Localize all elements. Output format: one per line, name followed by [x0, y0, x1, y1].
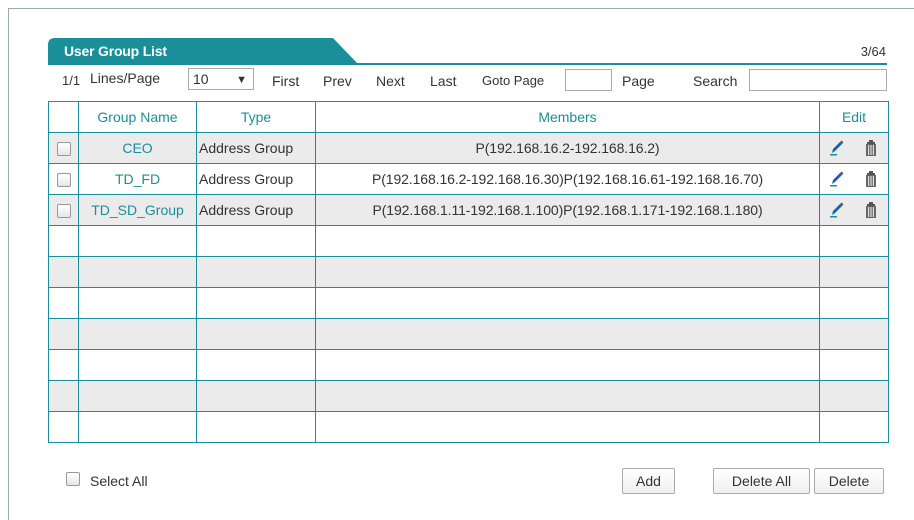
edit-icon[interactable]	[829, 170, 845, 188]
goto-page-input[interactable]	[565, 69, 612, 91]
lines-per-page-value: 10	[193, 71, 209, 87]
edit-icon[interactable]	[829, 139, 845, 157]
divider	[48, 63, 887, 65]
pagination-toolbar: 1/1 Lines/Page 10 ▼ First Prev Next Last…	[48, 68, 887, 98]
dropdown-arrow-icon: ▼	[236, 74, 247, 86]
trash-icon[interactable]	[863, 139, 879, 157]
group-name-cell: TD_FD	[78, 163, 197, 195]
group-count: 3/64	[860, 44, 886, 59]
select-all-checkbox[interactable]	[66, 472, 80, 487]
header-edit: Edit	[819, 101, 889, 133]
header-type[interactable]: Type	[196, 101, 316, 133]
lines-per-page-select[interactable]: 10 ▼	[188, 68, 254, 90]
last-page-link[interactable]: Last	[430, 73, 456, 89]
row-checkbox[interactable]	[56, 204, 71, 219]
members-cell: P(192.168.16.2-192.168.16.30)P(192.168.1…	[315, 163, 820, 195]
row-checkbox-cell	[48, 163, 79, 195]
empty-row	[48, 256, 889, 288]
type-cell: Address Group	[196, 194, 316, 226]
empty-row	[48, 318, 889, 350]
group-name-cell: TD_SD_Group	[78, 194, 197, 226]
empty-row	[48, 349, 889, 381]
prev-page-link[interactable]: Prev	[323, 73, 352, 89]
select-all-control[interactable]: Select All	[66, 472, 148, 489]
edit-cell	[819, 163, 889, 195]
next-page-link[interactable]: Next	[376, 73, 405, 89]
select-all-label: Select All	[90, 473, 148, 489]
header-checkbox-col	[48, 101, 79, 133]
row-checkbox[interactable]	[56, 173, 71, 188]
group-name-cell: CEO	[78, 132, 197, 164]
edit-icon[interactable]	[829, 201, 845, 219]
panel-title: User Group List	[64, 43, 167, 59]
row-checkbox[interactable]	[56, 142, 71, 157]
edit-cell	[819, 132, 889, 164]
search-input[interactable]	[749, 69, 887, 91]
members-cell: P(192.168.16.2-192.168.16.2)	[315, 132, 820, 164]
edit-cell	[819, 194, 889, 226]
add-button[interactable]: Add	[622, 468, 675, 494]
header-group-name[interactable]: Group Name	[78, 101, 197, 133]
table-row: CEO Address Group P(192.168.16.2-192.168…	[48, 132, 889, 164]
members-cell: P(192.168.1.11-192.168.1.100)P(192.168.1…	[315, 194, 820, 226]
lines-per-page-label: Lines/Page	[90, 70, 161, 86]
delete-button[interactable]: Delete	[814, 468, 884, 494]
page-indicator: 1/1	[62, 73, 81, 88]
row-checkbox-cell	[48, 132, 79, 164]
user-group-table: Group Name Type Members Edit CEO Address…	[48, 101, 889, 443]
page-label: Page	[622, 73, 655, 89]
delete-all-button[interactable]: Delete All	[713, 468, 810, 494]
empty-row	[48, 411, 889, 443]
type-cell: Address Group	[196, 163, 316, 195]
first-page-link[interactable]: First	[272, 73, 299, 89]
trash-icon[interactable]	[863, 170, 879, 188]
empty-row	[48, 225, 889, 257]
type-cell: Address Group	[196, 132, 316, 164]
search-label: Search	[693, 73, 738, 89]
empty-row	[48, 380, 889, 412]
empty-row	[48, 287, 889, 319]
table-header-row: Group Name Type Members Edit	[48, 101, 889, 133]
trash-icon[interactable]	[863, 201, 879, 219]
panel-tab: User Group List	[48, 38, 358, 64]
row-checkbox-cell	[48, 194, 79, 226]
table-row: TD_FD Address Group P(192.168.16.2-192.1…	[48, 163, 889, 195]
table-row: TD_SD_Group Address Group P(192.168.1.11…	[48, 194, 889, 226]
header-members[interactable]: Members	[315, 101, 820, 133]
goto-page-button[interactable]: Goto Page	[482, 73, 544, 88]
